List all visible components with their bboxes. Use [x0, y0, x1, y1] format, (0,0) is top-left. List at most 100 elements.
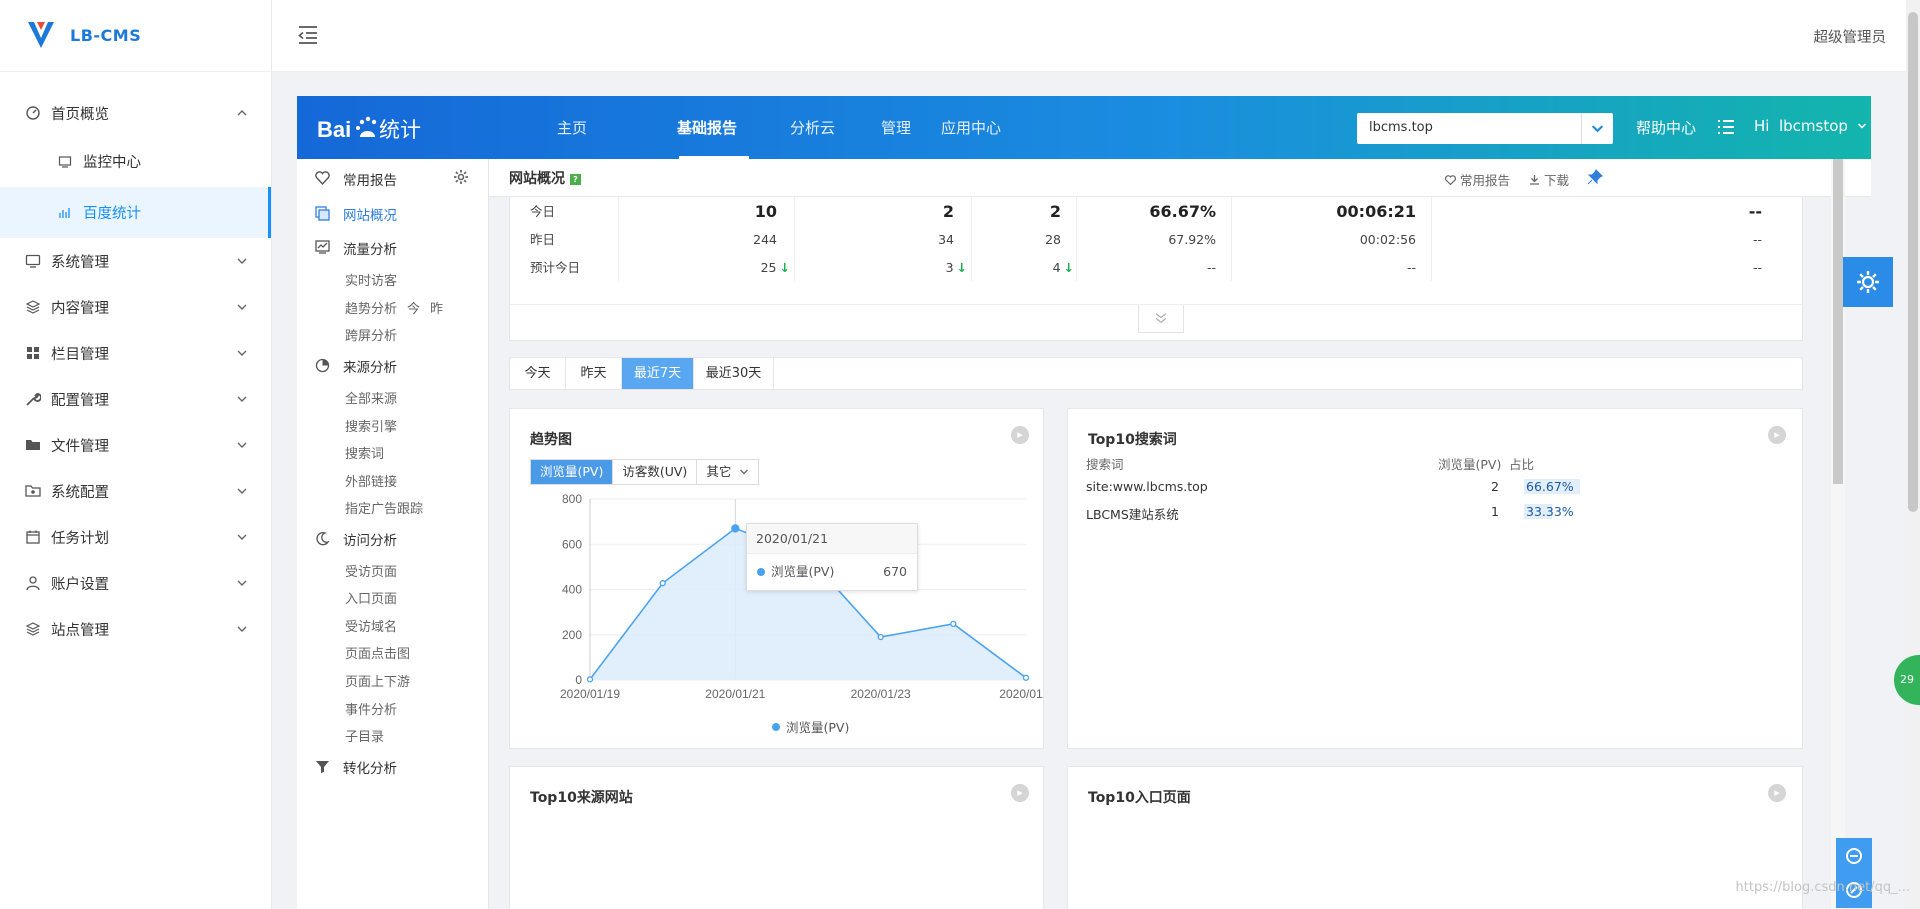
sidebar-item-label: 系统配置 — [51, 484, 109, 501]
menu-label: 来源分析 — [343, 360, 397, 376]
data-point — [877, 633, 884, 641]
trend-yesterday-shortcut[interactable]: 昨 — [430, 302, 443, 317]
top-entry-pages-panel: Top10入口页面 ▸ — [1067, 766, 1803, 909]
ip-number: 4 — [1052, 260, 1061, 275]
bd-nav-app-center[interactable]: 应用中心 — [941, 96, 1001, 159]
date-range-tabs: 今天 昨天 最近7天 最近30天 — [509, 357, 1803, 390]
bd-nav-basic-report[interactable]: 基础报告 — [677, 96, 737, 159]
keyword-cell[interactable]: LBCMS建站系统 — [1086, 504, 1179, 523]
report-content: 网站概况? 常用报告 下载 今日 10 2 2 66.67% 00:06:21 … — [489, 159, 1871, 909]
x-tick-label: 2020/01/19 — [560, 687, 620, 701]
y-tick-label: 800 — [562, 492, 582, 506]
arrow-right-icon[interactable]: ▸ — [1768, 426, 1786, 444]
menu-item-page-flow[interactable]: 页面上下游 — [345, 671, 410, 690]
baidu-user-menu[interactable]: Hi lbcmstop — [1754, 117, 1867, 135]
help-badge[interactable]: ? — [570, 174, 581, 185]
gear-icon[interactable] — [453, 169, 469, 185]
menu-visit-analysis[interactable]: 访问分析 — [315, 529, 397, 549]
summary-card: 今日 10 2 2 66.67% 00:06:21 -- 昨日 244 34 2… — [509, 197, 1804, 341]
menu-site-overview[interactable]: 网站概况 — [315, 204, 397, 224]
menu-traffic-analysis[interactable]: 流量分析 — [315, 238, 397, 258]
menu-item-visited-domains[interactable]: 受访域名 — [345, 616, 397, 635]
sidebar-item-sites[interactable]: 站点管理 — [0, 606, 271, 652]
svg-text:Bai: Bai — [317, 117, 351, 142]
menu-item-external-links[interactable]: 外部链接 — [345, 471, 397, 490]
col-header-keyword: 搜索词 — [1086, 457, 1124, 472]
double-chevron-down-icon[interactable] — [1138, 305, 1184, 333]
menu-source-analysis[interactable]: 来源分析 — [315, 356, 397, 376]
chat-icon[interactable] — [1836, 838, 1872, 908]
floating-badge[interactable]: 29 — [1894, 655, 1920, 705]
arrow-right-icon[interactable]: ▸ — [1768, 784, 1786, 802]
list-menu-icon[interactable] — [1717, 118, 1735, 136]
sidebar-item-monitor[interactable]: 监控中心 — [0, 136, 271, 187]
keyword-cell[interactable]: site:www.lbcms.top — [1086, 479, 1208, 494]
menu-item-realtime[interactable]: 实时访客 — [345, 270, 397, 289]
menu-item-entry-pages[interactable]: 入口页面 — [345, 588, 397, 607]
download-button[interactable]: 下载 — [1529, 170, 1569, 189]
metric-tab-pv[interactable]: 浏览量(PV) — [531, 460, 614, 484]
tab-last-30-days[interactable]: 最近30天 — [694, 358, 774, 389]
menu-conversion-analysis[interactable]: 转化分析 — [315, 757, 397, 777]
menu-item-trend[interactable]: 趋势分析今昨 — [345, 298, 443, 317]
menu-collapse-icon[interactable] — [296, 24, 320, 46]
duration-value: 00:06:21 — [1336, 202, 1416, 221]
sidebar-item-label: 监控中心 — [83, 155, 141, 171]
tab-last-7-days[interactable]: 最近7天 — [622, 358, 694, 389]
help-center-link[interactable]: 帮助中心 — [1636, 117, 1696, 138]
tab-today[interactable]: 今天 — [510, 358, 566, 389]
tab-yesterday[interactable]: 昨天 — [566, 358, 622, 389]
sidebar-item-dashboard[interactable]: 首页概览 — [0, 90, 271, 136]
scroll-thumb[interactable] — [1908, 12, 1918, 512]
chart-legend[interactable]: 浏览量(PV) — [772, 717, 849, 736]
arrow-right-icon[interactable]: ▸ — [1011, 784, 1029, 802]
pin-icon[interactable] — [1587, 169, 1603, 185]
scroll-thumb[interactable] — [1833, 159, 1843, 484]
x-tick-label: 2020/01/21 — [705, 687, 765, 701]
bd-nav-manage[interactable]: 管理 — [881, 96, 911, 159]
menu-item-search-words[interactable]: 搜索词 — [345, 443, 384, 462]
menu-item-click-map[interactable]: 页面点击图 — [345, 643, 410, 662]
menu-common-reports[interactable]: 常用报告 — [315, 169, 397, 189]
menu-item-subdirectory[interactable]: 子目录 — [345, 726, 384, 745]
add-favorite-button[interactable]: 常用报告 — [1445, 170, 1510, 189]
brand[interactable]: LB-CMS — [0, 0, 271, 72]
sidebar-item-account[interactable]: 账户设置 — [0, 560, 271, 606]
baidu-logo[interactable]: Bai 统计 — [317, 110, 427, 146]
pv-value: 244 — [753, 232, 777, 247]
layers-icon — [24, 298, 42, 316]
sidebar-item-config[interactable]: 配置管理 — [0, 376, 271, 422]
site-select[interactable]: lbcms.top — [1357, 113, 1613, 144]
sidebar-item-label: 配置管理 — [51, 392, 109, 409]
menu-item-ad-tracking[interactable]: 指定广告跟踪 — [345, 498, 423, 517]
menu-item-all-sources[interactable]: 全部来源 — [345, 388, 397, 407]
chevron-down-icon[interactable] — [1581, 113, 1613, 144]
metric-tab-other[interactable]: 其它 — [697, 460, 758, 484]
menu-item-cross-screen[interactable]: 跨屏分析 — [345, 325, 397, 344]
sidebar-item-label: 账户设置 — [51, 576, 109, 593]
arrow-right-icon[interactable]: ▸ — [1011, 426, 1029, 444]
page-scrollbar[interactable] — [1906, 0, 1920, 909]
sidebar-item-files[interactable]: 文件管理 — [0, 422, 271, 468]
sidebar-item-sysconfig[interactable]: 系统配置 — [0, 468, 271, 514]
duration-value: -- — [1406, 260, 1416, 275]
trend-today-shortcut[interactable]: 今 — [407, 302, 420, 317]
data-point — [731, 524, 740, 533]
sidebar-item-baidu-stats[interactable]: 百度统计 — [0, 187, 271, 238]
menu-item-visited-pages[interactable]: 受访页面 — [345, 561, 397, 580]
menu-item-search-engines[interactable]: 搜索引擎 — [345, 416, 397, 435]
chart-tooltip: 2020/01/21 浏览量(PV) 670 — [746, 523, 918, 591]
menu-item-events[interactable]: 事件分析 — [345, 699, 397, 718]
bd-nav-analysis-cloud[interactable]: 分析云 — [790, 96, 835, 159]
sidebar-item-system[interactable]: 系统管理 — [0, 238, 271, 284]
sidebar-item-tasks[interactable]: 任务计划 — [0, 514, 271, 560]
bd-nav-home[interactable]: 主页 — [557, 96, 587, 159]
admin-user-menu[interactable]: 超级管理员 — [1814, 26, 1887, 47]
sidebar-item-content[interactable]: 内容管理 — [0, 284, 271, 330]
sidebar-item-columns[interactable]: 栏目管理 — [0, 330, 271, 376]
metric-tab-uv[interactable]: 访客数(UV) — [613, 460, 698, 484]
chevron-down-icon — [237, 396, 247, 402]
gear-icon[interactable] — [1843, 257, 1893, 307]
chevron-down-icon — [237, 258, 247, 264]
brand-name: LB-CMS — [70, 26, 142, 45]
